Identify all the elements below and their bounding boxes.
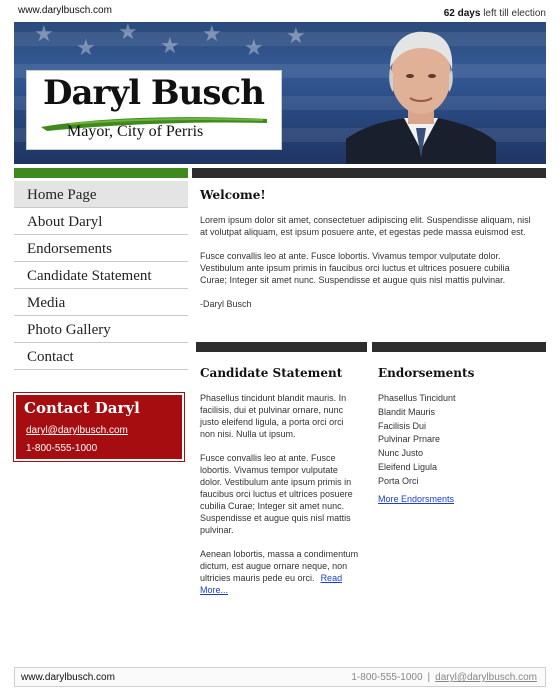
endorsements-section: Endorsements Phasellus Tincidunt Blandit…: [378, 366, 538, 507]
nav-item-media[interactable]: Media: [14, 289, 188, 316]
candidate-portrait: [346, 31, 496, 164]
star-icon: ★: [118, 22, 138, 45]
nav-item-candidate-statement[interactable]: Candidate Statement: [14, 262, 188, 289]
endorsements-bar: [372, 342, 546, 352]
nav-item-contact[interactable]: Contact: [14, 343, 188, 370]
footer: www.darylbusch.com 1-800-555-1000 | daryl@…: [14, 667, 546, 687]
more-endorsements-link[interactable]: More Endorsments: [378, 494, 454, 504]
statement-paragraph-1: Phasellus tincidunt blandit mauris. In f…: [200, 393, 347, 439]
endorsement-item: Nunc Justo: [378, 448, 424, 459]
countdown-suffix: left till election: [483, 8, 546, 19]
footer-site-url: www.darylbusch.com: [21, 672, 115, 683]
footer-separator: |: [427, 672, 431, 683]
star-icon: ★: [76, 36, 96, 61]
nav-item-endorsements[interactable]: Endorsements: [14, 235, 188, 262]
header-banner: ★ ★ ★ ★ ★ ★ ★ Daryl Busch Mayor, City of…: [14, 22, 546, 164]
star-icon: ★: [286, 24, 306, 49]
welcome-heading: Welcome!: [200, 188, 266, 202]
endorsement-item: Porta Orci: [378, 475, 419, 486]
site-url: www.darylbusch.com: [18, 5, 112, 16]
endorsements-heading: Endorsements: [378, 366, 475, 380]
welcome-paragraph-2: Fusce convallis leo at ante. Fusce lobor…: [200, 251, 510, 285]
top-bar: www.darylbusch.com 62 days left till ele…: [0, 0, 560, 22]
sidebar-nav: Home Page About Daryl Endorsements Candi…: [14, 181, 188, 370]
candidate-statement-bar: [196, 342, 367, 352]
contact-phone: 1-800-555-1000: [26, 443, 98, 454]
contact-box: Contact Daryl daryl@darylbusch.com 1-800…: [13, 392, 185, 462]
content-accent-bar: [192, 168, 546, 178]
endorsement-item: Pulvinar Prnare: [378, 434, 441, 445]
star-icon: ★: [34, 22, 54, 47]
endorsement-item: Phasellus Tincidunt: [378, 393, 456, 403]
star-icon: ★: [160, 34, 180, 59]
welcome-section: Welcome! Lorem ipsum dolor sit amet, con…: [200, 188, 538, 322]
endorsement-item: Facilisis Dui: [378, 420, 427, 431]
nav-item-home-page[interactable]: Home Page: [14, 181, 188, 208]
logo-subtitle: Mayor, City of Perris: [67, 123, 204, 140]
footer-phone: 1-800-555-1000: [351, 672, 423, 683]
candidate-statement-section: Candidate Statement Phasellus tincidunt …: [200, 366, 360, 608]
nav-item-photo-gallery[interactable]: Photo Gallery: [14, 316, 188, 343]
countdown-days: 62 days: [443, 8, 481, 19]
welcome-paragraph-1: Lorem ipsum dolor sit amet, consectetuer…: [200, 215, 531, 237]
logo[interactable]: Daryl Busch Mayor, City of Perris: [26, 70, 282, 150]
footer-email-link[interactable]: daryl@darylbusch.com: [435, 672, 537, 683]
candidate-statement-heading: Candidate Statement: [200, 366, 343, 380]
statement-paragraph-3: Aenean lobortis, massa a condimentum dic…: [200, 548, 360, 596]
star-icon: ★: [202, 22, 222, 47]
footer-contact: 1-800-555-1000 | daryl@darylbusch.com: [351, 672, 537, 683]
nav-item-about-daryl[interactable]: About Daryl: [14, 208, 188, 235]
logo-name: Daryl Busch: [43, 73, 265, 113]
statement-paragraph-2: Fusce convallis leo at ante. Fusce lobor…: [200, 453, 353, 535]
endorsement-item: Blandit Mauris: [378, 406, 436, 417]
election-countdown: 62 days left till election: [444, 8, 546, 19]
star-icon: ★: [244, 36, 264, 61]
contact-email-link[interactable]: daryl@darylbusch.com: [26, 425, 128, 436]
endorsement-item: Eleifend Ligula: [378, 461, 438, 472]
contact-title: Contact Daryl: [24, 399, 140, 417]
nav-accent-bar: [14, 168, 188, 178]
welcome-signature: -Daryl Busch: [200, 299, 252, 309]
